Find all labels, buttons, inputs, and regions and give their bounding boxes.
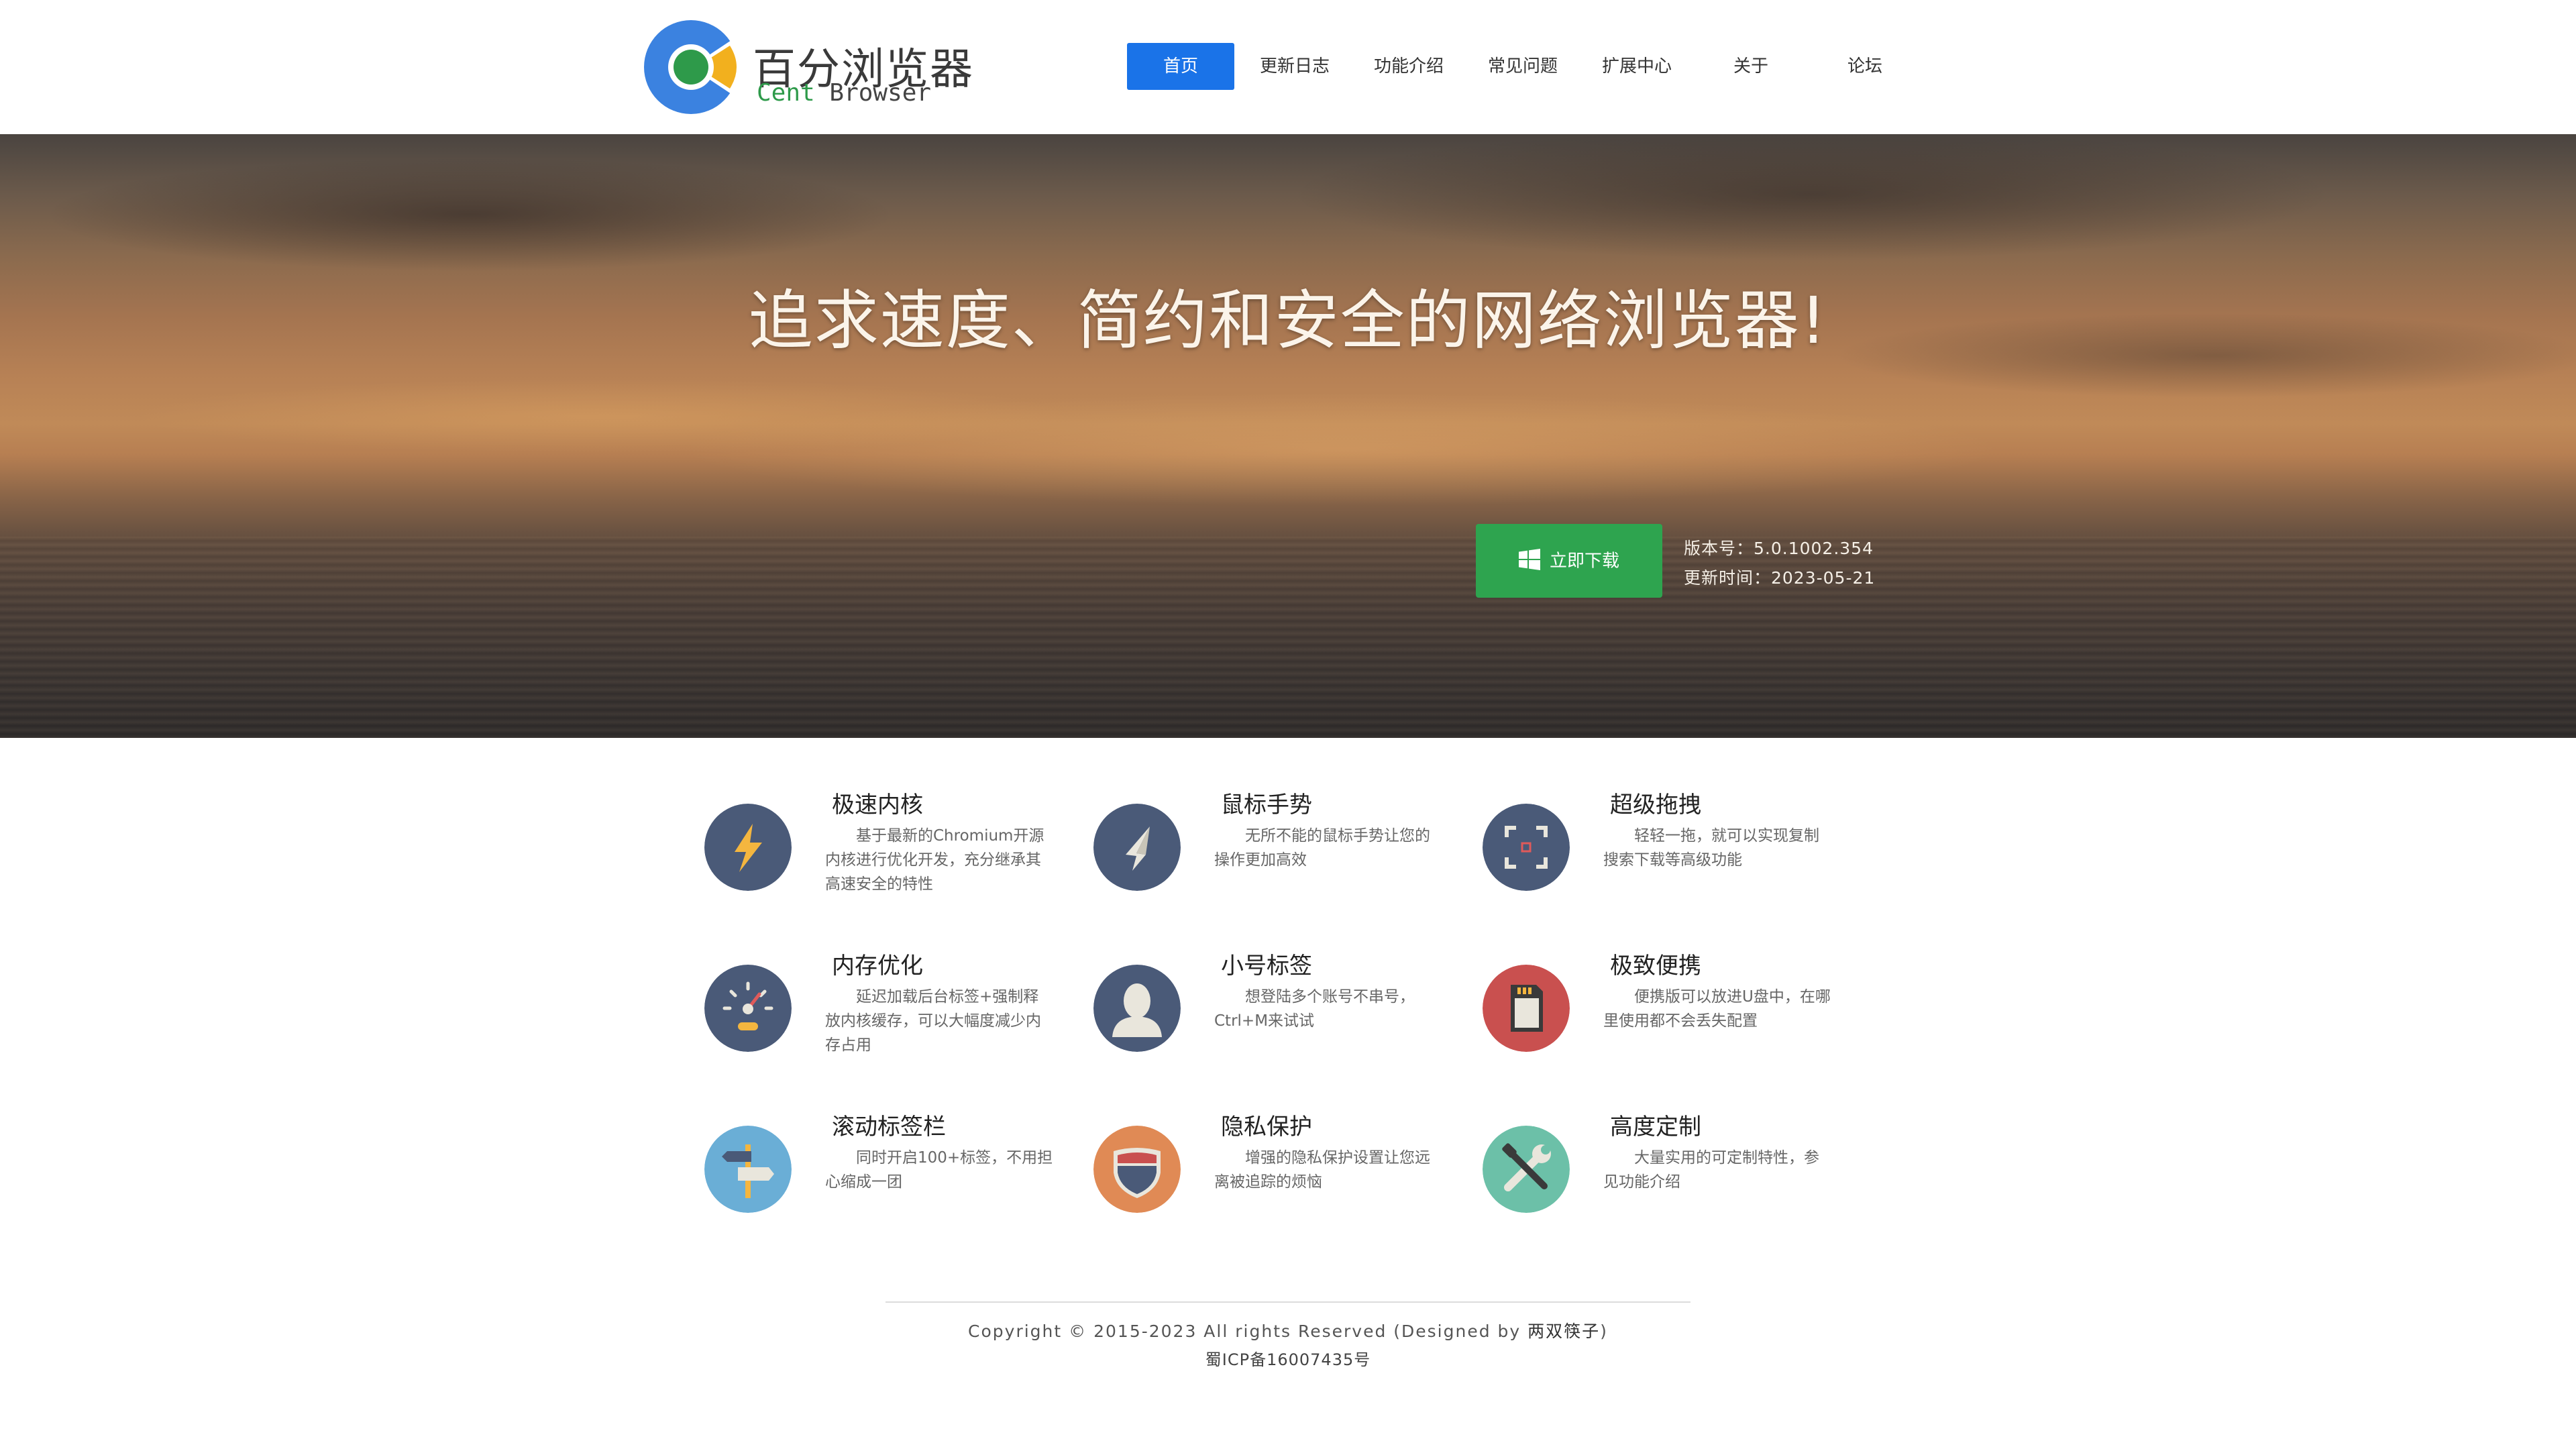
feature-portable: 极致便携 便携版可以放进U盘中，在哪里使用都不会丢失配置 bbox=[1483, 899, 1831, 1052]
update-date: 更新时间：2023-05-21 bbox=[1684, 568, 1876, 588]
tools-icon bbox=[1483, 1126, 1570, 1213]
version-number: 版本号：5.0.1002.354 bbox=[1684, 539, 1874, 558]
feature-super-drag: 超级拖拽 轻轻一拖，就可以实现复制搜索下载等高级功能 bbox=[1483, 738, 1831, 891]
footer-divider bbox=[885, 1301, 1690, 1303]
hero-banner: 追求速度、简约和安全的网络浏览器! 立即下载 版本号：5.0.1002.354 … bbox=[0, 134, 2576, 738]
windows-icon bbox=[1518, 548, 1540, 570]
feature-title: 内存优化 bbox=[832, 953, 923, 979]
download-button[interactable]: 立即下载 bbox=[1476, 524, 1662, 598]
feature-memory-optimization: 内存优化 延迟加载后台标签+强制释放内核缓存，可以大幅度减少内存占用 bbox=[704, 899, 1053, 1054]
feature-desc: 便携版可以放进U盘中，在哪里使用都不会丢失配置 bbox=[1603, 988, 1831, 1030]
designer-link[interactable]: 两双筷子 bbox=[1527, 1322, 1600, 1341]
feature-title: 极致便携 bbox=[1610, 953, 1701, 979]
logo-text-en: Cent Browser bbox=[757, 79, 932, 107]
feature-desc: 同时开启100+标签，不用担心缩成一团 bbox=[825, 1149, 1053, 1191]
feature-desc: 增强的隐私保护设置让您远离被追踪的烦恼 bbox=[1214, 1149, 1430, 1191]
signpost-icon bbox=[704, 1126, 792, 1213]
feature-desc: 无所不能的鼠标手势让您的操作更加高效 bbox=[1214, 827, 1430, 869]
feature-desc: 想登陆多个账号不串号，Ctrl+M来试试 bbox=[1214, 988, 1415, 1030]
feature-mouse-gesture: 鼠标手势 无所不能的鼠标手势让您的操作更加高效 bbox=[1093, 738, 1442, 891]
feature-title: 小号标签 bbox=[1221, 953, 1312, 979]
hero-title: 追求速度、简约和安全的网络浏览器! bbox=[748, 283, 1828, 358]
nav-about[interactable]: 关于 bbox=[1724, 43, 1778, 90]
lightning-icon bbox=[704, 804, 792, 891]
cursor-icon bbox=[1093, 804, 1181, 891]
feature-customization: 高度定制 大量实用的可定制特性，参见功能介绍 bbox=[1483, 1060, 1831, 1213]
feature-title: 极速内核 bbox=[832, 792, 923, 818]
version-info: 版本号：5.0.1002.354 更新时间：2023-05-21 bbox=[1684, 534, 1875, 593]
feature-title: 隐私保护 bbox=[1221, 1114, 1312, 1140]
feature-fast-kernel: 极速内核 基于最新的Chromium开源内核进行优化开发，充分继承其高速安全的特… bbox=[704, 738, 1053, 893]
feature-desc: 轻轻一拖，就可以实现复制搜索下载等高级功能 bbox=[1603, 827, 1819, 869]
feature-desc: 延迟加载后台标签+强制释放内核缓存，可以大幅度减少内存占用 bbox=[825, 988, 1041, 1054]
feature-title: 鼠标手势 bbox=[1221, 792, 1312, 818]
feature-grid: 极速内核 基于最新的Chromium开源内核进行优化开发，充分继承其高速安全的特… bbox=[0, 738, 2576, 1248]
hero-sea-background bbox=[0, 537, 2576, 738]
download-button-label: 立即下载 bbox=[1549, 551, 1619, 572]
copyright-text: Copyright © 2015-2023 All rights Reserve… bbox=[968, 1322, 1608, 1341]
sd-card-icon bbox=[1483, 965, 1570, 1052]
site-logo[interactable]: 百分浏览器 Cent Browser bbox=[643, 19, 973, 116]
cent-browser-logo-icon bbox=[644, 20, 740, 114]
nav-extensions[interactable]: 扩展中心 bbox=[1597, 43, 1677, 90]
nav-features[interactable]: 功能介绍 bbox=[1368, 43, 1449, 90]
nav-forum[interactable]: 论坛 bbox=[1838, 43, 1892, 90]
user-icon bbox=[1093, 965, 1181, 1052]
feature-desc: 大量实用的可定制特性，参见功能介绍 bbox=[1603, 1149, 1819, 1191]
site-header: 百分浏览器 Cent Browser 首页 更新日志 功能介绍 常见问题 扩展中… bbox=[0, 0, 2576, 134]
nav-home[interactable]: 首页 bbox=[1127, 43, 1234, 90]
shield-icon bbox=[1093, 1126, 1181, 1213]
icp-license[interactable]: 蜀ICP备16007435号 bbox=[0, 1346, 2576, 1370]
gauge-icon bbox=[704, 965, 792, 1052]
feature-privacy: 隐私保护 增强的隐私保护设置让您远离被追踪的烦恼 bbox=[1093, 1060, 1442, 1213]
drag-target-icon bbox=[1483, 804, 1570, 891]
feature-title: 高度定制 bbox=[1610, 1114, 1701, 1140]
feature-title: 滚动标签栏 bbox=[832, 1114, 946, 1140]
feature-desc: 基于最新的Chromium开源内核进行优化开发，充分继承其高速安全的特性 bbox=[825, 827, 1044, 893]
feature-title: 超级拖拽 bbox=[1610, 792, 1701, 818]
nav-faq[interactable]: 常见问题 bbox=[1483, 43, 1563, 90]
feature-scroll-tabbar: 滚动标签栏 同时开启100+标签，不用担心缩成一团 bbox=[704, 1060, 1053, 1213]
nav-changelog[interactable]: 更新日志 bbox=[1254, 43, 1335, 90]
feature-alt-account-tabs: 小号标签 想登陆多个账号不串号，Ctrl+M来试试 bbox=[1093, 899, 1442, 1052]
